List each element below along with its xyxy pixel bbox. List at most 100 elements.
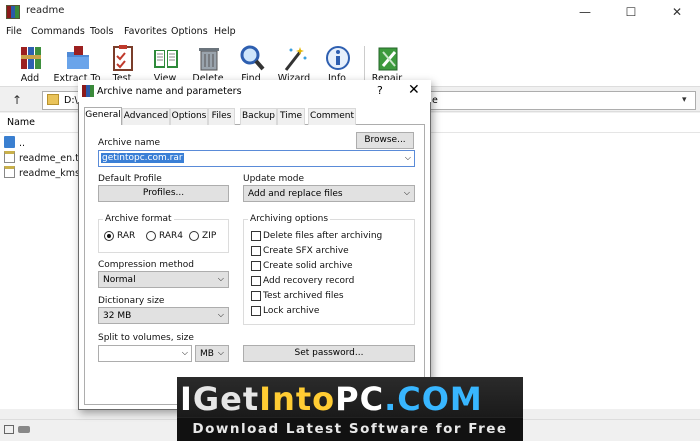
list-item[interactable]: readme_en.txt (4, 151, 88, 164)
checkbox-test-archived[interactable] (251, 291, 261, 301)
watermark-subtitle: Download Latest Software for Free (177, 418, 523, 441)
folder-icon (47, 94, 59, 105)
address-path-tail: e (432, 95, 438, 106)
dialog-close-button[interactable]: ✕ (408, 82, 420, 98)
watermark-logo-part: Get (192, 380, 260, 418)
archive-name-combo[interactable]: getintopc.com.rar ⌵ (98, 150, 415, 167)
dialog-app-icon (82, 85, 94, 97)
split-unit-select[interactable]: MB ⌵ (195, 345, 229, 362)
chevron-down-icon: ⌵ (217, 310, 224, 319)
tab-options[interactable]: Options (170, 108, 208, 125)
update-mode-select[interactable]: Add and replace files ⌵ (243, 185, 415, 202)
menu-commands[interactable]: Commands (31, 26, 85, 37)
watermark-logo-part: Into (259, 380, 336, 418)
radio-rar-label: RAR (117, 231, 136, 241)
drive-icon (4, 425, 14, 434)
text-file-icon (4, 151, 15, 163)
menu-help[interactable]: Help (214, 26, 236, 37)
split-volumes-label: Split to volumes, size (98, 333, 194, 343)
winrar-screen: readme — ☐ ✕ File Commands Tools Favorit… (0, 0, 700, 441)
test-clipboard-icon (113, 45, 133, 71)
checkbox-create-sfx[interactable] (251, 246, 261, 256)
archive-name-input[interactable]: getintopc.com.rar (101, 153, 184, 163)
radio-zip[interactable] (189, 231, 199, 241)
dictionary-value: 32 MB (103, 311, 132, 321)
extract-folder-icon (67, 46, 89, 69)
watermark-logo-part: .COM (384, 380, 483, 418)
chevron-down-icon: ⌵ (403, 188, 410, 197)
info-icon (326, 46, 350, 70)
chevron-down-icon[interactable]: ⌵ (405, 153, 411, 163)
split-volumes-input[interactable]: ⌵ (98, 345, 192, 362)
option-label: Delete files after archiving (263, 231, 383, 241)
winrar-app-icon (6, 5, 20, 19)
compression-method-label: Compression method (98, 260, 195, 270)
up-button[interactable]: ↑ (8, 91, 26, 109)
archiving-options-label: Archiving options (248, 214, 331, 224)
chevron-down-icon: ⌵ (181, 348, 188, 357)
minimize-button[interactable]: — (562, 0, 608, 24)
name-column-header[interactable]: Name (7, 117, 35, 128)
option-label: Add recovery record (263, 276, 355, 286)
checkbox-lock-archive[interactable] (251, 306, 261, 316)
add-archive-icon (21, 47, 41, 69)
radio-rar4[interactable] (146, 231, 156, 241)
list-item-label: readme_kms.t (19, 168, 87, 179)
set-password-button[interactable]: Set password... (243, 345, 415, 362)
chevron-down-icon: ⌵ (217, 274, 224, 283)
parent-folder-icon (4, 136, 15, 148)
radio-zip-label: ZIP (202, 231, 217, 241)
archive-name-label: Archive name (98, 138, 161, 148)
list-item[interactable]: readme_kms.t (4, 166, 87, 179)
compression-value: Normal (103, 275, 136, 285)
magnifier-icon (240, 45, 265, 71)
tab-comment[interactable]: Comment (308, 108, 356, 125)
watermark-logo-part: I (180, 380, 193, 418)
menu-file[interactable]: File (6, 26, 22, 37)
tab-general[interactable]: General (84, 107, 122, 125)
trash-icon (199, 48, 219, 71)
dialog-title: Archive name and parameters (97, 86, 242, 97)
split-unit-value: MB (200, 349, 214, 359)
window-title: readme (26, 5, 65, 16)
dictionary-size-label: Dictionary size (98, 296, 165, 306)
update-mode-label: Update mode (243, 174, 304, 184)
menu-options[interactable]: Options (171, 26, 208, 37)
tab-files[interactable]: Files (208, 108, 235, 125)
option-label: Create solid archive (263, 261, 353, 271)
tab-backup[interactable]: Backup (240, 108, 277, 125)
profiles-button[interactable]: Profiles... (98, 185, 229, 202)
list-item[interactable]: .. (4, 136, 25, 149)
dictionary-size-select[interactable]: 32 MB ⌵ (98, 307, 229, 324)
default-profile-label: Default Profile (98, 174, 162, 184)
chevron-down-icon: ⌵ (217, 348, 224, 357)
watermark-logo: IGetIntoPC.COM (180, 380, 520, 418)
archive-format-label: Archive format (103, 214, 174, 224)
checkbox-delete-files[interactable] (251, 231, 261, 241)
watermark-logo-part: PC (335, 380, 385, 418)
magic-wand-icon (284, 47, 307, 71)
checkbox-solid-archive[interactable] (251, 261, 261, 271)
browse-button[interactable]: Browse... (356, 132, 414, 149)
tab-time[interactable]: Time (277, 108, 305, 125)
view-book-icon (154, 50, 178, 68)
close-button[interactable]: ✕ (654, 0, 700, 24)
radio-rar4-label: RAR4 (159, 231, 184, 241)
option-label: Create SFX archive (263, 246, 349, 256)
option-label: Test archived files (263, 291, 344, 301)
menu-favorites[interactable]: Favorites (124, 26, 167, 37)
text-file-icon (4, 166, 15, 178)
radio-rar[interactable] (104, 231, 114, 241)
tab-advanced[interactable]: Advanced (122, 108, 170, 125)
repair-book-icon (378, 47, 398, 71)
checkbox-recovery-record[interactable] (251, 276, 261, 286)
compression-method-select[interactable]: Normal ⌵ (98, 271, 229, 288)
list-item-label: .. (19, 138, 26, 149)
dialog-help-button[interactable]: ? (377, 84, 383, 97)
option-label: Lock archive (263, 306, 320, 316)
update-mode-value: Add and replace files (248, 189, 343, 199)
key-icon (18, 426, 30, 433)
maximize-button[interactable]: ☐ (608, 0, 654, 24)
address-dropdown-icon[interactable]: ▾ (682, 95, 687, 105)
menu-tools[interactable]: Tools (90, 26, 113, 37)
